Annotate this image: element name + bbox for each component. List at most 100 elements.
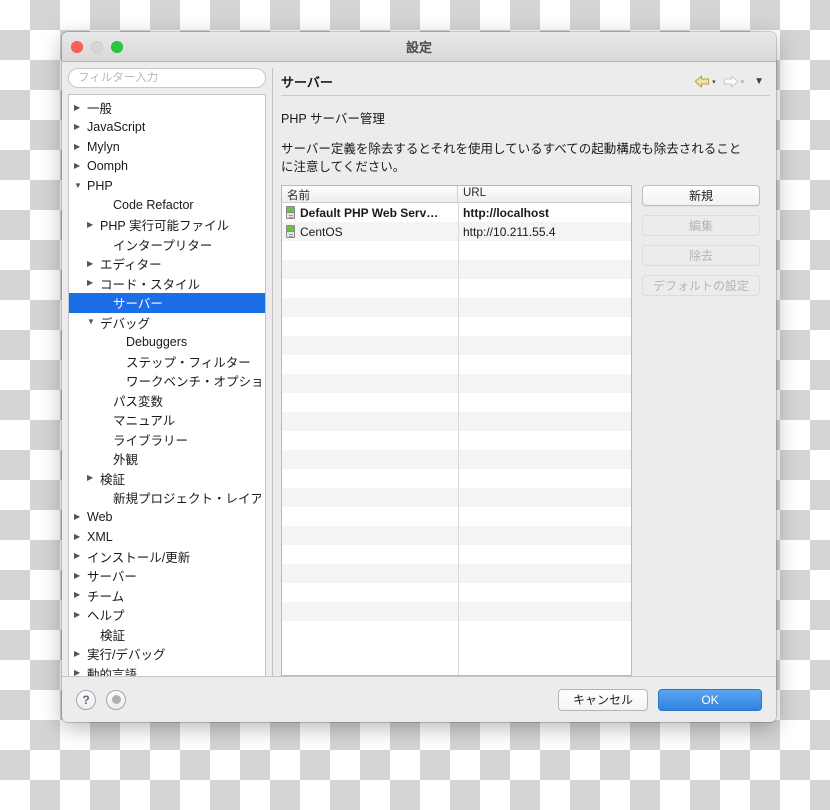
- sidebar-item-19[interactable]: ▶ 検証: [69, 469, 265, 489]
- chevron-down-icon[interactable]: ▼: [87, 318, 100, 326]
- chevron-right-icon[interactable]: ▶: [74, 649, 87, 658]
- server-name-label: Default PHP Web Serv…: [300, 205, 439, 220]
- cell-name: [282, 241, 458, 260]
- chevron-right-icon[interactable]: ▶: [74, 513, 87, 521]
- ok-button[interactable]: OK: [658, 688, 762, 711]
- chevron-right-icon[interactable]: ▶: [74, 162, 87, 170]
- sidebar-item-16[interactable]: マニュアル: [69, 410, 265, 430]
- table-row[interactable]: CentOS http://10.211.55.4: [282, 222, 631, 242]
- traffic-lights: [71, 40, 123, 53]
- sidebar-item-26[interactable]: ▶ ヘルプ: [69, 605, 265, 625]
- back-arrow-icon[interactable]: [694, 75, 710, 88]
- sidebar-item-24[interactable]: ▶ サーバー: [69, 566, 265, 586]
- cancel-button[interactable]: キャンセル: [557, 688, 648, 711]
- sidebar-item-3[interactable]: ▶ Oomph: [69, 157, 265, 177]
- table-row-empty: [282, 450, 631, 470]
- column-header-name[interactable]: 名前: [282, 186, 458, 203]
- cell-name: [282, 469, 458, 488]
- cell-url: [458, 260, 631, 279]
- sidebar-item-27[interactable]: 検証: [69, 625, 265, 645]
- filter-input[interactable]: [68, 68, 266, 88]
- servers-table-area: 名前 URL Default PHP Web Serv… http://local…: [281, 185, 770, 676]
- table-row-empty: [282, 526, 631, 546]
- back-dropdown-caret[interactable]: ▾: [712, 78, 716, 86]
- options-button[interactable]: [106, 689, 126, 710]
- chevron-right-icon[interactable]: ▶: [74, 571, 87, 580]
- sidebar-item-11[interactable]: ▼ デバッグ: [69, 313, 265, 333]
- cell-name: [282, 393, 458, 412]
- cell-name: [282, 279, 458, 298]
- chevron-right-icon[interactable]: ▶: [74, 591, 87, 599]
- cell-url: http://localhost: [463, 205, 549, 220]
- chevron-right-icon[interactable]: ▶: [87, 279, 100, 287]
- cell-url: [458, 412, 631, 431]
- cell-name: [282, 355, 458, 374]
- servers-action-buttons: 新規 編集 除去 デフォルトの設定: [632, 185, 770, 676]
- chevron-right-icon[interactable]: ▶: [74, 142, 87, 151]
- sidebar-item-13[interactable]: ステップ・フィルター: [69, 352, 265, 372]
- options-dot-icon: [111, 695, 121, 704]
- page-title: サーバー: [281, 75, 333, 90]
- help-button[interactable]: ?: [76, 689, 96, 710]
- sidebar-item-12[interactable]: Debuggers: [69, 332, 265, 352]
- sidebar-item-17[interactable]: ライブラリー: [69, 430, 265, 450]
- sidebar-item-23[interactable]: ▶ インストール/更新: [69, 547, 265, 567]
- cell-url: [458, 279, 631, 298]
- sidebar-item-label: サーバー: [113, 297, 163, 312]
- chevron-right-icon[interactable]: ▶: [74, 610, 87, 619]
- sidebar-item-14[interactable]: ワークベンチ・オプショ…: [69, 371, 265, 391]
- page-menu-caret[interactable]: ▼: [754, 76, 764, 87]
- sidebar-item-4[interactable]: ▼ PHP: [69, 176, 265, 196]
- sidebar-item-9[interactable]: ▶ コード・スタイル: [69, 274, 265, 294]
- table-row-empty: [282, 507, 631, 526]
- sidebar-item-1[interactable]: ▶ JavaScript: [69, 118, 265, 138]
- sidebar-item-20[interactable]: 新規プロジェクト・レイア: [69, 488, 265, 508]
- sidebar-item-6[interactable]: ▶ PHP 実行可能ファイル: [69, 215, 265, 235]
- sidebar-item-25[interactable]: ▶ チーム: [69, 586, 265, 606]
- sidebar-item-18[interactable]: 外観: [69, 449, 265, 469]
- close-button[interactable]: [71, 40, 83, 53]
- dialog-footer: ? キャンセル OK: [62, 676, 776, 722]
- sidebar-item-2[interactable]: ▶ Mylyn: [69, 137, 265, 157]
- cell-name: [282, 450, 458, 469]
- cell-name: [282, 431, 458, 450]
- sidebar-item-label: PHP 実行可能ファイル: [100, 219, 229, 234]
- settings-tree[interactable]: ▶ 一般 ▶ JavaScript ▶ Mylyn ▶ Oomph ▼ PHP Code Refac…: [68, 94, 266, 676]
- chevron-right-icon[interactable]: ▶: [74, 552, 87, 560]
- sidebar-item-0[interactable]: ▶ 一般: [69, 98, 265, 118]
- table-row[interactable]: Default PHP Web Serv… http://localhost: [282, 203, 631, 222]
- table-row-empty: [282, 279, 631, 298]
- server-action-button-1: 編集: [642, 215, 760, 237]
- sidebar-item-7[interactable]: インタープリター: [69, 235, 265, 255]
- chevron-right-icon[interactable]: ▶: [74, 103, 87, 112]
- sidebar-item-21[interactable]: ▶ Web: [69, 508, 265, 528]
- minimize-button[interactable]: [91, 40, 103, 53]
- column-header-url[interactable]: URL: [458, 186, 631, 202]
- table-row-empty: [282, 488, 631, 508]
- cell-name: [282, 602, 458, 621]
- table-row-empty: [282, 393, 631, 412]
- server-action-button-0[interactable]: 新規: [642, 185, 760, 207]
- table-row-empty: [282, 241, 631, 260]
- zoom-button[interactable]: [111, 40, 123, 53]
- chevron-right-icon[interactable]: ▶: [87, 259, 100, 268]
- sidebar-item-10[interactable]: サーバー: [69, 293, 265, 313]
- sidebar-item-8[interactable]: ▶ エディター: [69, 254, 265, 274]
- sidebar-item-5[interactable]: Code Refactor: [69, 196, 265, 216]
- cell-name: [282, 545, 458, 564]
- sidebar-item-15[interactable]: パス変数: [69, 391, 265, 411]
- servers-table[interactable]: 名前 URL Default PHP Web Serv… http://local…: [281, 185, 632, 676]
- cell-url: [458, 317, 631, 336]
- sidebar-item-label: マニュアル: [113, 414, 176, 429]
- chevron-right-icon[interactable]: ▶: [87, 220, 100, 229]
- sidebar-item-29[interactable]: ▶ 動的言語: [69, 664, 265, 676]
- chevron-right-icon[interactable]: ▶: [74, 123, 87, 131]
- chevron-right-icon[interactable]: ▶: [74, 532, 87, 541]
- chevron-right-icon[interactable]: ▶: [74, 669, 87, 676]
- sidebar-item-22[interactable]: ▶ XML: [69, 527, 265, 547]
- chevron-down-icon[interactable]: ▼: [74, 181, 87, 190]
- chevron-right-icon[interactable]: ▶: [87, 474, 100, 482]
- table-body[interactable]: Default PHP Web Serv… http://localhost Cen…: [282, 203, 631, 675]
- sidebar-item-28[interactable]: ▶ 実行/デバッグ: [69, 644, 265, 664]
- table-row-empty: [282, 260, 631, 280]
